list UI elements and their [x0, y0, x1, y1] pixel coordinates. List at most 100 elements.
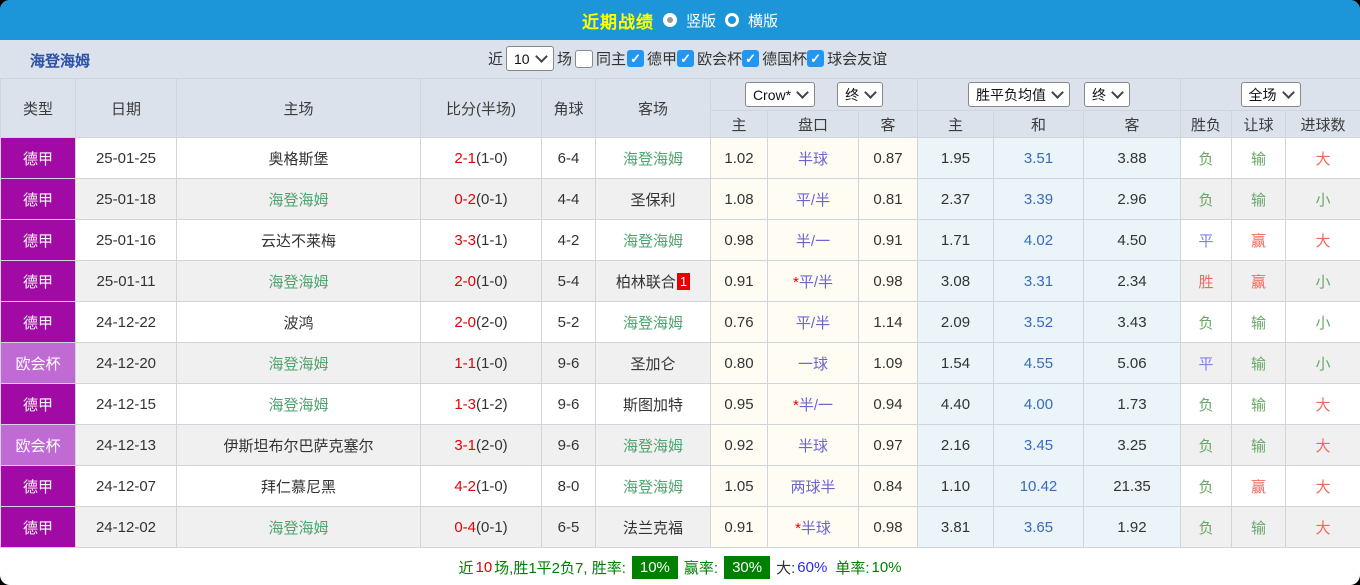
league-checkbox-bundesliga[interactable]: ✓: [627, 50, 644, 67]
match-date: 25-01-18: [76, 179, 177, 220]
match-date: 24-12-20: [76, 343, 177, 384]
same-home-checkbox[interactable]: [575, 50, 593, 68]
avg-draw-odds: 4.02: [994, 220, 1084, 261]
avg-home-odds: 1.54: [918, 343, 994, 384]
avg-state-select[interactable]: 终: [1084, 82, 1130, 107]
match-result: 负: [1181, 425, 1232, 466]
league-badge: 德甲: [1, 220, 76, 261]
match-result: 负: [1181, 179, 1232, 220]
avg-home-odds: 2.37: [918, 179, 994, 220]
league-badge: 德甲: [1, 302, 76, 343]
summary-mid: 场,胜1平2负7, 胜率:: [494, 557, 626, 578]
away-team: 法兰克福: [596, 507, 711, 548]
odds-provider-select[interactable]: Crow*: [745, 82, 815, 107]
handicap-result: 输: [1232, 343, 1286, 384]
chevron-down-icon: [1051, 86, 1064, 99]
vertical-layout-radio[interactable]: [663, 13, 677, 27]
filter-bar: 海登海姆 近 10 场 同主 ✓ 德甲 ✓ 欧会杯 ✓ 德国杯 ✓ 球会友谊: [0, 40, 1360, 78]
goals-result: 大: [1286, 466, 1360, 507]
match-count-value: 10: [514, 51, 530, 67]
handicap-home-odds: 0.95: [711, 384, 768, 425]
half-time-score: (1-0): [476, 273, 508, 290]
handicap-away-odds: 1.14: [859, 302, 918, 343]
home-team: 奥格斯堡: [177, 138, 421, 179]
handicap-line: *半/一: [768, 384, 859, 425]
half-time-score: (2-0): [476, 437, 508, 454]
handicap-away-odds: 0.98: [859, 261, 918, 302]
odds-state-select[interactable]: 终: [837, 82, 883, 107]
away-team-name: 海登海姆: [623, 438, 683, 455]
avg-away-odds: 2.34: [1084, 261, 1181, 302]
avg-away-odds: 5.06: [1084, 343, 1181, 384]
sub-header-handicap-result: 让球: [1232, 111, 1286, 138]
half-time-score: (1-0): [476, 478, 508, 495]
match-row: 德甲25-01-18海登海姆0-2(0-1)4-4圣保利1.08平/半0.812…: [1, 179, 1360, 220]
horizontal-layout-radio[interactable]: [725, 13, 739, 27]
sub-header-avg-draw: 和: [994, 111, 1084, 138]
changed-line-star: *: [793, 397, 799, 414]
match-date: 25-01-25: [76, 138, 177, 179]
sub-header-handicap-line: 盘口: [768, 111, 859, 138]
avg-home-odds: 1.71: [918, 220, 994, 261]
away-team: 海登海姆: [596, 138, 711, 179]
away-team-name: 海登海姆: [623, 479, 683, 496]
home-team: 海登海姆: [177, 507, 421, 548]
away-team: 海登海姆: [596, 220, 711, 261]
col-header-score: 比分(半场): [421, 79, 542, 138]
corner-count: 4-4: [542, 179, 596, 220]
summary-footer: 近 10 场,胜1平2负7, 胜率: 10% 赢率: 30% 大: 60% 单率…: [0, 548, 1360, 585]
match-row: 德甲24-12-07拜仁慕尼黑4-2(1-0)8-0海登海姆1.05两球半0.8…: [1, 466, 1360, 507]
single-label: 单率:: [835, 557, 869, 578]
home-team: 波鸿: [177, 302, 421, 343]
match-date: 24-12-02: [76, 507, 177, 548]
league-checkbox-friendly[interactable]: ✓: [807, 50, 824, 67]
goals-result: 小: [1286, 343, 1360, 384]
corner-count: 9-6: [542, 384, 596, 425]
home-team: 云达不莱梅: [177, 220, 421, 261]
league-checkbox-pokal[interactable]: ✓: [742, 50, 759, 67]
away-team: 海登海姆: [596, 302, 711, 343]
changed-line-star: *: [795, 520, 801, 537]
match-date: 24-12-15: [76, 384, 177, 425]
big-rate: 60%: [797, 559, 827, 576]
page-title: 近期战绩: [582, 8, 654, 33]
avg-home-odds: 3.08: [918, 261, 994, 302]
league-badge: 德甲: [1, 466, 76, 507]
handicap-home-odds: 0.91: [711, 507, 768, 548]
handicap-line: 平/半: [768, 179, 859, 220]
corner-count: 6-4: [542, 138, 596, 179]
match-count-select[interactable]: 10: [506, 46, 554, 71]
match-row: 德甲25-01-25奥格斯堡2-1(1-0)6-4海登海姆1.02半球0.871…: [1, 138, 1360, 179]
league-checkbox-conference[interactable]: ✓: [677, 50, 694, 67]
handicap-win-badge: 30%: [724, 556, 770, 579]
sub-header-avg-home: 主: [918, 111, 994, 138]
sub-header-result: 胜负: [1181, 111, 1232, 138]
corner-count: 6-5: [542, 507, 596, 548]
full-time-score: 3-1: [454, 437, 476, 454]
home-team: 伊斯坦布尔巴萨克塞尔: [177, 425, 421, 466]
half-time-score: (1-0): [476, 150, 508, 167]
handicap-home-odds: 0.76: [711, 302, 768, 343]
half-time-score: (1-0): [476, 355, 508, 372]
goals-result: 大: [1286, 507, 1360, 548]
red-card-badge: 1: [677, 273, 690, 290]
games-label: 场: [557, 48, 572, 69]
match-row: 欧会杯24-12-13伊斯坦布尔巴萨克塞尔3-1(2-0)9-6海登海姆0.92…: [1, 425, 1360, 466]
match-date: 24-12-07: [76, 466, 177, 507]
corner-count: 4-2: [542, 220, 596, 261]
match-row: 欧会杯24-12-20海登海姆1-1(1-0)9-6圣加仑0.80一球1.091…: [1, 343, 1360, 384]
home-team: 拜仁慕尼黑: [177, 466, 421, 507]
chevron-down-icon: [1111, 86, 1124, 99]
horizontal-layout-label: 横版: [748, 10, 778, 31]
avg-home-odds: 3.81: [918, 507, 994, 548]
league-badge: 欧会杯: [1, 425, 76, 466]
sub-header-handicap-away: 客: [859, 111, 918, 138]
scope-select[interactable]: 全场: [1241, 82, 1301, 107]
handicap-home-odds: 0.80: [711, 343, 768, 384]
full-time-score: 2-1: [454, 150, 476, 167]
half-time-score: (0-1): [476, 519, 508, 536]
chevron-down-icon: [796, 86, 809, 99]
avg-type-select[interactable]: 胜平负均值: [968, 82, 1070, 107]
away-team-name: 斯图加特: [623, 397, 683, 414]
handicap-home-odds: 0.91: [711, 261, 768, 302]
